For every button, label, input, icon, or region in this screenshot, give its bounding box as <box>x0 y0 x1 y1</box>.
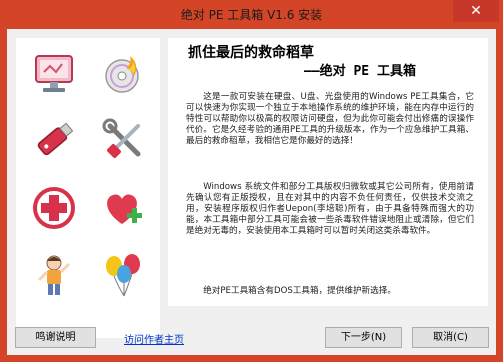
disc-icon <box>105 56 139 93</box>
copyright-paragraph: Windows 系统文件和部分工具版权归微软或其它公司所有，使用前请先确认您有正… <box>186 182 474 236</box>
page-heading: 抓住最后的救命稻草 <box>188 45 314 61</box>
intro-paragraph: 这是一款可安装在硬盘、U盘、光盘使用的Windows PE工具集合，它可以快速为… <box>186 92 474 146</box>
usb-drive-icon <box>37 122 74 156</box>
content-panel: 抓住最后的救命稻草 ——绝对 PE 工具箱 这是一款可安装在硬盘、U盘、光盘使用… <box>168 38 488 306</box>
thanks-button[interactable]: 鸣谢说明 <box>15 327 96 348</box>
computer-icon <box>35 55 73 92</box>
page-subheading: ——绝对 PE 工具箱 <box>304 64 416 79</box>
cancel-button[interactable]: 取消(C) <box>412 327 489 348</box>
dos-paragraph: 绝对PE工具箱含有DOS工具箱，提供维护新选择。 <box>203 286 396 296</box>
balloons-icon <box>106 254 140 297</box>
window-title: 绝对 PE 工具箱 V1.6 安装 <box>180 8 323 22</box>
window-frame: 绝对 PE 工具箱 V1.6 安装 ✕ 抓住最后的救命稻草 ——绝对 PE 工具… <box>0 0 503 362</box>
first-aid-icon <box>33 187 75 229</box>
icon-panel <box>16 38 160 338</box>
heart-plus-icon <box>107 194 142 224</box>
title-bar[interactable]: 绝对 PE 工具箱 V1.6 安装 ✕ <box>0 0 503 29</box>
dialog-client-area: 抓住最后的救命稻草 ——绝对 PE 工具箱 这是一款可安装在硬盘、U盘、光盘使用… <box>7 29 496 355</box>
author-homepage-link[interactable]: 访问作者主页 <box>124 331 184 346</box>
child-figure-icon <box>37 255 71 295</box>
close-button[interactable]: ✕ <box>453 0 499 22</box>
next-button[interactable]: 下一步(N) <box>325 327 402 348</box>
tools-icon <box>102 118 141 158</box>
